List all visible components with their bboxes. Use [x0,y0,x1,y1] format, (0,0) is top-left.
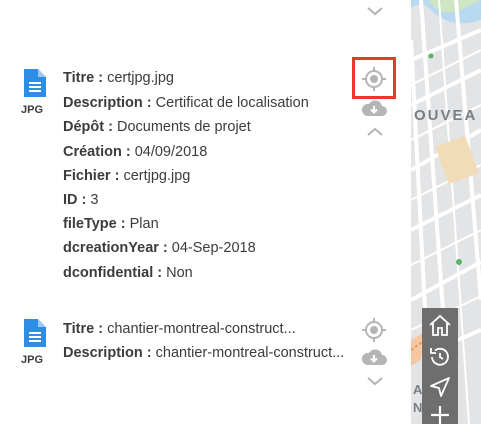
results-panel: JPG Titre : certjpg.jpg Description : Ce… [0,0,411,424]
file-extension: JPG [20,104,43,116]
field-depot: Dépôt : Documents de projet [63,119,251,135]
field-dconfidential: dconfidential : Non [63,265,193,281]
collapse-chevron-up-icon[interactable] [365,125,385,139]
expand-chevron-down-icon[interactable] [365,4,385,18]
field-id: ID : 3 [63,192,99,208]
document-item-1-icon: JPG [14,68,50,116]
file-extension: JPG [20,354,43,366]
file-icon [24,319,46,347]
cloud-download-icon[interactable] [361,348,387,366]
field-filetype: fileType : Plan [63,216,159,232]
history-icon [430,347,449,366]
locate-highlight-box [352,57,396,99]
add-icon [431,406,449,424]
history-button[interactable] [422,342,458,372]
add-button[interactable] [422,402,458,424]
field-dcreationyear: dcreationYear : 04-Sep-2018 [63,240,256,256]
cloud-download-icon[interactable] [361,99,387,117]
field-creation: Création : 04/09/2018 [63,144,208,160]
field-fichier: Fichier : certjpg.jpg [63,168,191,184]
map-street-label: OUVEA [414,107,478,124]
home-icon [429,314,451,336]
field-description: Description : Certificat de localisation [63,95,309,111]
home-button[interactable] [422,308,458,342]
expand-chevron-down-icon[interactable] [365,374,385,388]
navigate-button[interactable] [422,372,458,402]
field-title: Titre : certjpg.jpg [63,70,174,86]
navigate-icon [430,377,450,397]
document-item-2-icon: JPG [14,318,50,366]
map-toolbar [422,308,458,424]
file-icon [24,69,46,97]
field-title: Titre : chantier-montreal-construct... [63,321,296,337]
locate-on-map-icon[interactable] [361,317,387,343]
field-description: Description : chantier-montreal-construc… [63,345,345,361]
